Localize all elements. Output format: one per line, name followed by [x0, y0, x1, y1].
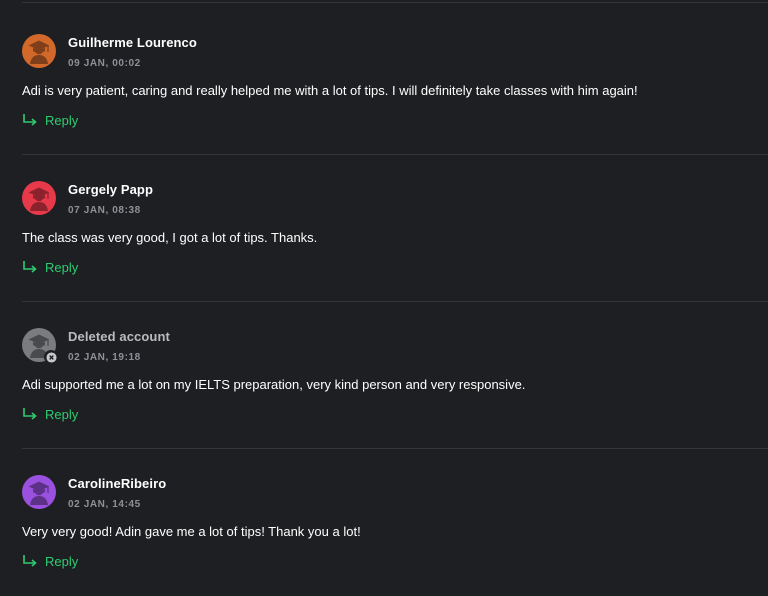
- comment-item: Gergely Papp 07 JAN, 08:38 The class was…: [0, 155, 768, 302]
- reply-label: Reply: [45, 112, 79, 128]
- graduation-cap-icon: [22, 181, 56, 215]
- comment-item: CarolineRibeiro 02 JAN, 14:45 Very very …: [0, 449, 768, 596]
- top-divider: [22, 2, 768, 3]
- graduation-cap-icon: [22, 34, 56, 68]
- comment-timestamp: 02 JAN, 19:18: [68, 352, 141, 363]
- comment-item: Deleted account 02 JAN, 19:18 Adi suppor…: [0, 302, 768, 449]
- avatar[interactable]: [22, 181, 56, 215]
- reply-label: Reply: [45, 553, 79, 569]
- graduation-cap-icon: [22, 475, 56, 509]
- avatar[interactable]: [22, 328, 58, 364]
- reply-arrow-icon: [23, 114, 37, 126]
- reply-button[interactable]: Reply: [22, 553, 78, 569]
- comment-timestamp: 07 JAN, 08:38: [68, 205, 141, 216]
- reply-button[interactable]: Reply: [22, 112, 78, 128]
- comment-text: Very very good! Adin gave me a lot of ti…: [22, 524, 361, 539]
- avatar[interactable]: [22, 475, 56, 509]
- comment-author: Deleted account: [68, 329, 170, 344]
- deleted-badge-icon: [44, 350, 58, 364]
- avatar[interactable]: [22, 34, 56, 68]
- comment-text: Adi is very patient, caring and really h…: [22, 83, 638, 98]
- comment-timestamp: 02 JAN, 14:45: [68, 499, 141, 510]
- reply-button[interactable]: Reply: [22, 406, 78, 422]
- comment-text: The class was very good, I got a lot of …: [22, 230, 318, 245]
- reply-arrow-icon: [23, 261, 37, 273]
- reply-arrow-icon: [23, 408, 37, 420]
- comment-text: Adi supported me a lot on my IELTS prepa…: [22, 377, 526, 392]
- comment-author[interactable]: Guilherme Lourenco: [68, 35, 197, 50]
- reply-arrow-icon: [23, 555, 37, 567]
- comment-author[interactable]: Gergely Papp: [68, 182, 153, 197]
- comment-author[interactable]: CarolineRibeiro: [68, 476, 166, 491]
- comment-timestamp: 09 JAN, 00:02: [68, 58, 141, 69]
- reply-label: Reply: [45, 406, 79, 422]
- comment-item: Guilherme Lourenco 09 JAN, 00:02 Adi is …: [0, 8, 768, 155]
- reply-button[interactable]: Reply: [22, 259, 78, 275]
- reply-label: Reply: [45, 259, 79, 275]
